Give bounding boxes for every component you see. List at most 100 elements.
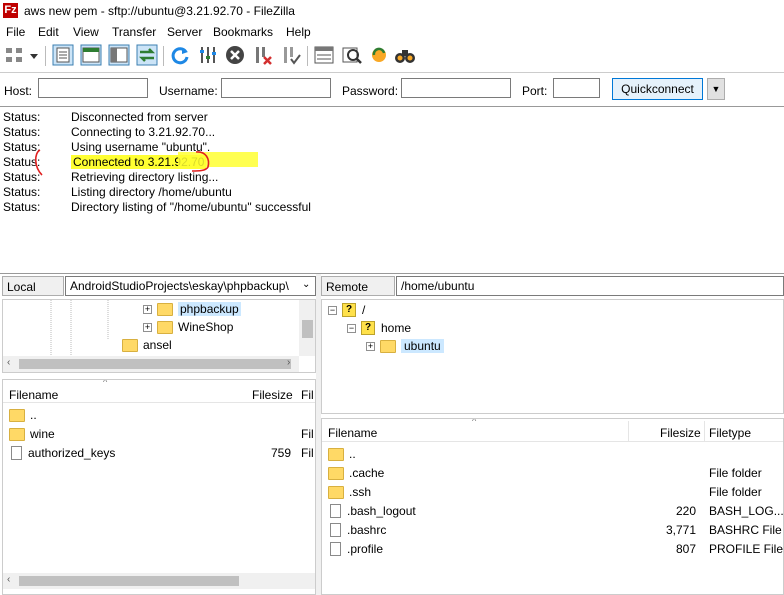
tree-item-home[interactable]: −? home [347,319,411,337]
list-item[interactable]: .bashrc 3,771 BASHRC File [322,521,783,540]
folder-icon [328,447,344,461]
refresh-icon[interactable] [169,44,191,66]
remote-directory-tree[interactable]: −? / −? home + ubuntu [321,299,784,414]
column-header-filetype[interactable]: Fil [301,388,314,402]
expand-icon[interactable]: + [143,304,152,314]
file-icon [330,504,341,518]
file-name: .bashrc [347,523,387,537]
toggle-transfer-queue-icon[interactable] [136,44,158,66]
toggle-filter-icon[interactable] [341,44,363,66]
port-input[interactable] [553,78,600,98]
disconnect-icon[interactable] [252,44,274,66]
tree-item-ansel[interactable]: ansel [122,336,172,354]
file-type: Fil [301,427,314,441]
file-icon [11,446,22,460]
cancel-icon[interactable] [224,44,246,66]
file-name-cell: .. [328,447,356,461]
menu-transfer[interactable]: Transfer [112,25,156,39]
scroll-right-icon[interactable]: › [287,357,290,368]
red-annotation-brackets [34,149,210,176]
quickconnect-bar: Host: Username: Password: Port: Quickcon… [0,72,784,107]
column-header-filesize[interactable]: Filesize [660,426,701,440]
local-tree-vertical-scrollbar[interactable] [299,300,315,356]
menu-server[interactable]: Server [167,25,202,39]
list-item[interactable]: wine Fil [3,425,315,444]
list-item[interactable]: .. [322,445,783,464]
tree-item-wineshop[interactable]: + WineShop [143,318,233,336]
chevron-down-icon[interactable]: ⌄ [302,279,310,290]
tree-item-ubuntu[interactable]: + ubuntu [366,337,444,355]
username-input[interactable] [221,78,331,98]
column-header-filename[interactable]: Filename [9,388,58,402]
column-header-filename[interactable]: Filename [328,426,377,440]
log-type: Status: [3,185,41,199]
process-queue-icon[interactable] [197,44,219,66]
toggle-remote-tree-icon[interactable] [108,44,130,66]
column-divider[interactable] [628,421,629,441]
collapse-icon[interactable]: − [347,323,356,333]
site-manager-icon[interactable] [4,44,26,66]
local-file-list[interactable]: Filename ^ Filesize Fil .. wine Fil auth… [2,379,316,595]
host-input[interactable] [38,78,148,98]
menu-view[interactable]: View [73,25,99,39]
column-header-filesize[interactable]: Filesize [252,388,293,402]
toggle-message-log-icon[interactable] [52,44,74,66]
menu-edit[interactable]: Edit [38,25,59,39]
local-path-text: AndroidStudioProjects\eskay\phpbackup\ [70,279,289,293]
file-size: 807 [675,542,696,556]
file-size: 220 [675,504,696,518]
list-item[interactable]: .bash_logout 220 BASH_LOG... [322,502,783,521]
list-item[interactable]: authorized_keys 759 Fil [3,444,315,463]
remote-file-list[interactable]: Filename ^ Filesize Filetype .. .cache F… [321,418,784,595]
local-path-combobox[interactable]: AndroidStudioProjects\eskay\phpbackup\ [65,276,316,296]
menu-help[interactable]: Help [286,25,311,39]
scrollbar-thumb[interactable] [302,320,313,338]
message-log[interactable]: Status: Disconnected from server Status: C… [0,106,784,274]
quickconnect-button[interactable]: Quickconnect [612,78,703,100]
column-divider[interactable] [704,421,705,441]
scrollbar-thumb[interactable] [19,359,291,369]
local-directory-tree[interactable]: + phpbackup + WineShop ansel ‹ › [2,299,316,373]
file-size: 3,771 [665,523,696,537]
log-line: Status: Directory listing of "/home/ubunt… [3,200,311,215]
unknown-folder-icon: ? [361,321,375,335]
file-name-cell: .bash_logout [328,504,416,518]
tree-item-label: phpbackup [178,302,241,316]
menu-file[interactable]: File [6,25,25,39]
scroll-left-icon[interactable]: ‹ [7,357,10,368]
password-label: Password: [342,84,399,98]
scrollbar-thumb[interactable] [19,576,239,586]
synchronized-browsing-icon[interactable] [368,44,390,66]
collapse-icon[interactable]: − [328,305,337,315]
column-header-filetype[interactable]: Filetype [709,426,751,440]
log-type: Status: [3,110,41,124]
list-item[interactable]: .. [3,406,315,425]
directory-listing-filters-icon[interactable] [313,44,335,66]
scroll-left-icon[interactable]: ‹ [7,574,10,585]
quickconnect-history-dropdown[interactable]: ▼ [707,78,725,100]
expand-icon[interactable]: + [143,322,152,332]
search-remote-icon[interactable] [394,44,416,66]
local-site-label: Local site: [2,276,64,314]
local-tree-horizontal-scrollbar[interactable]: ‹ › [3,356,299,372]
log-type: Status: [3,200,41,214]
list-item[interactable]: .cache File folder [322,464,783,483]
folder-icon [328,485,344,499]
file-name-cell: .ssh [328,485,371,499]
list-item[interactable]: .ssh File folder [322,483,783,502]
tree-item-phpbackup[interactable]: + phpbackup [143,300,241,318]
expand-icon[interactable]: + [366,341,375,351]
list-item[interactable]: .profile 807 PROFILE File [322,540,783,559]
local-list-horizontal-scrollbar[interactable]: ‹ [3,573,315,589]
remote-path-input[interactable]: /home/ubuntu [396,276,784,296]
file-name: .ssh [349,485,372,499]
remote-site-bar: Remote site: /home/ubuntu [321,276,784,314]
site-manager-dropdown-icon[interactable] [28,44,40,66]
menu-bookmarks[interactable]: Bookmarks [213,25,273,39]
password-input[interactable] [401,78,511,98]
toggle-local-tree-icon[interactable] [80,44,102,66]
pane-splitter[interactable] [316,274,321,595]
file-type: BASH_LOG... [709,504,784,518]
tree-item-root[interactable]: −? / [328,301,365,319]
reconnect-icon[interactable] [280,44,302,66]
